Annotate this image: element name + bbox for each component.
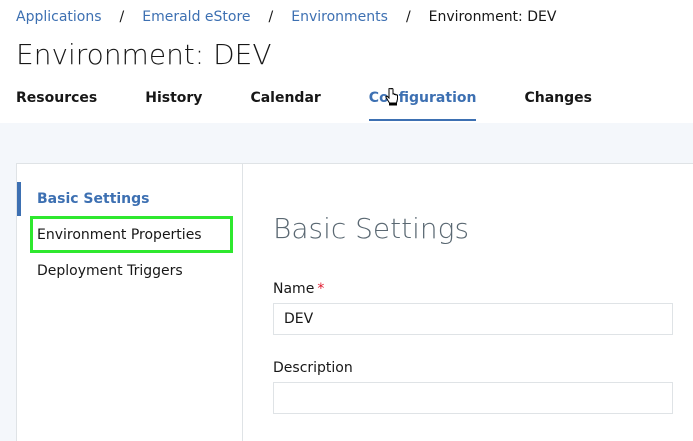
required-asterisk: * — [317, 281, 325, 297]
tab-resources[interactable]: Resources — [16, 90, 97, 124]
name-label: Name * — [273, 281, 324, 297]
settings-sidenav: Basic Settings Environment Properties De… — [17, 164, 243, 441]
tab-bar: Resources History Calendar Configuration… — [16, 90, 640, 124]
breadcrumb-separator: / — [405, 9, 411, 25]
name-label-text: Name — [273, 281, 315, 297]
description-field[interactable] — [273, 382, 673, 414]
tab-history[interactable]: History — [145, 90, 202, 124]
breadcrumb-separator: / — [268, 9, 274, 25]
description-label: Description — [273, 360, 353, 376]
breadcrumb-link-emerald-estore[interactable]: Emerald eStore — [142, 9, 250, 25]
breadcrumb-separator: / — [119, 9, 125, 25]
page-title: Environment: DEV — [16, 38, 272, 71]
tab-changes[interactable]: Changes — [524, 90, 592, 124]
sidenav-item-deployment-triggers[interactable]: Deployment Triggers — [17, 254, 243, 288]
name-field[interactable] — [273, 303, 673, 335]
settings-panel: Basic Settings Environment Properties De… — [16, 163, 693, 441]
sidenav-item-environment-properties[interactable]: Environment Properties — [17, 218, 243, 252]
breadcrumb-current: Environment: DEV — [428, 9, 557, 25]
sidenav-item-basic-settings[interactable]: Basic Settings — [17, 182, 243, 216]
section-title: Basic Settings — [273, 212, 470, 245]
breadcrumb-link-environments[interactable]: Environments — [291, 9, 388, 25]
tab-calendar[interactable]: Calendar — [250, 90, 320, 124]
breadcrumb: Applications / Emerald eStore / Environm… — [16, 8, 556, 26]
breadcrumb-link-applications[interactable]: Applications — [16, 9, 102, 25]
hand-pointer-icon — [385, 88, 398, 106]
